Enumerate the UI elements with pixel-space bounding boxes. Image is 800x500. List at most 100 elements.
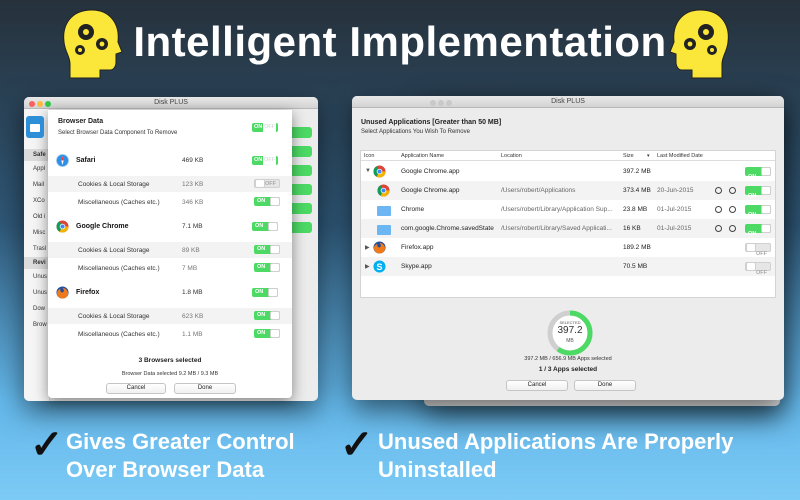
- browser-row-firefox: Firefox 1.8 MB ON: [48, 286, 292, 302]
- app-toggle[interactable]: OFF: [745, 243, 771, 257]
- firefox-cookies-toggle[interactable]: ON: [254, 311, 280, 320]
- browser-data-selected: Browser Data selected 9.2 MB / 9.3 MB: [121, 371, 219, 377]
- cancel-button[interactable]: Cancel: [106, 383, 166, 394]
- preview-eye-icon[interactable]: [729, 206, 736, 213]
- safari-cookies-toggle[interactable]: OFF: [254, 179, 280, 188]
- firefox-cookies-row: Cookies & Local Storage 623 KB ON: [48, 308, 292, 324]
- browsers-selected-summary: 3 Browsers selected: [138, 357, 202, 364]
- preview-eye-icon[interactable]: [729, 187, 736, 194]
- brain-gears-icon: [669, 9, 729, 79]
- sidebar-item[interactable]: Brow: [24, 317, 49, 333]
- window-controls: [430, 99, 454, 111]
- sheet-header: Browser Data Select Browser Data Compone…: [26, 110, 292, 146]
- table-header: Icon Application Name Location Size ▾ La…: [361, 151, 775, 161]
- apps-table: Icon Application Name Location Size ▾ La…: [360, 150, 776, 298]
- column-header[interactable]: Size: [623, 153, 634, 159]
- safari-misc-row: Miscellaneous (Caches etc.) 346 KB ON: [48, 194, 292, 210]
- checkmark-icon: ✓: [30, 423, 64, 467]
- app-toggle[interactable]: ON: [745, 224, 771, 237]
- reveal-in-finder-icon[interactable]: [715, 187, 722, 194]
- preview-eye-icon[interactable]: [729, 225, 736, 232]
- chrome-cookies-toggle[interactable]: ON: [254, 245, 280, 254]
- disclosure-collapsed-icon[interactable]: ▶: [365, 244, 370, 251]
- app-toggle[interactable]: ON: [745, 205, 771, 218]
- zoom-button[interactable]: [446, 100, 452, 106]
- caption-line: Over Browser Data: [66, 457, 265, 482]
- selected-size-gauge: SELECTED 397.2 MB: [546, 309, 594, 357]
- app-toggle[interactable]: ON: [745, 167, 771, 180]
- safari-misc-toggle[interactable]: ON: [254, 197, 280, 206]
- table-row[interactable]: ▼ Google Chrome.app 397.2 MB ON: [361, 162, 775, 181]
- sidebar-item[interactable]: Unus: [24, 285, 49, 301]
- skype-icon: S: [373, 260, 386, 273]
- firefox-misc-row: Miscellaneous (Caches etc.) 1.1 MB ON: [48, 326, 292, 342]
- chrome-icon: [373, 165, 386, 178]
- gauge-value: 397.2: [557, 325, 583, 336]
- firefox-toggle[interactable]: ON: [252, 288, 278, 297]
- column-header[interactable]: Icon: [364, 153, 374, 159]
- done-button[interactable]: Done: [174, 383, 236, 394]
- app-toggle[interactable]: ON: [745, 186, 771, 199]
- sheet-title: Browser Data: [58, 118, 104, 125]
- done-button[interactable]: Done: [574, 380, 636, 391]
- browser-data-sheet: Browser Data Select Browser Data Compone…: [26, 110, 292, 398]
- sidebar-item[interactable]: Unus: [24, 269, 49, 285]
- table-row[interactable]: Google Chrome.app /Users/robert/Applicat…: [361, 181, 775, 200]
- safari-icon: [56, 154, 69, 167]
- chrome-cookies-row: Cookies & Local Storage 89 KB ON: [48, 242, 292, 258]
- caption-left: Gives Greater Control Over Browser Data: [66, 428, 295, 484]
- caption-line: Uninstalled: [378, 457, 497, 482]
- column-header[interactable]: Location: [501, 153, 522, 159]
- chrome-misc-row: Miscellaneous (Caches etc.) 7 MB ON: [48, 260, 292, 276]
- sidebar-item[interactable]: Misc: [24, 225, 49, 241]
- sidebar-section: Revi: [24, 257, 49, 269]
- checkmark-icon: ✓: [340, 423, 374, 467]
- table-row[interactable]: ▶ Firefox.app 189.2 MB OFF: [361, 238, 775, 257]
- sidebar-item[interactable]: XCo: [24, 193, 49, 209]
- sidebar-item[interactable]: Dow: [24, 301, 49, 317]
- cancel-button[interactable]: Cancel: [506, 380, 568, 391]
- chrome-icon: [56, 220, 69, 233]
- table-row[interactable]: com.google.Chrome.savedState /Users/robe…: [361, 219, 775, 238]
- close-button[interactable]: [430, 100, 436, 106]
- reveal-in-finder-icon[interactable]: [715, 225, 722, 232]
- chrome-misc-toggle[interactable]: ON: [254, 263, 280, 272]
- panel-heading: Unused Applications [Greater than 50 MB]: [361, 119, 502, 126]
- disclosure-expanded-icon[interactable]: ▼: [365, 168, 371, 174]
- window-title: Disk PLUS: [551, 98, 585, 105]
- window-title: Disk PLUS: [154, 99, 188, 106]
- sheet-subtitle: Select Browser Data Component To Remove: [58, 130, 178, 136]
- brain-gears-icon: [63, 9, 123, 79]
- table-row[interactable]: Chrome /Users/robert/Library/Application…: [361, 200, 775, 219]
- sort-arrow-icon: ▾: [647, 153, 650, 159]
- chrome-toggle[interactable]: ON: [252, 222, 278, 231]
- sidebar-item[interactable]: Old i: [24, 209, 49, 225]
- sidebar: Safe Appl Mail XCo Old i Misc Trasl Revi…: [24, 109, 50, 401]
- select-all-toggle[interactable]: ON OFF: [252, 123, 278, 132]
- browser-row-safari: Safari 469 KB ON OFF: [48, 154, 292, 170]
- minimize-button[interactable]: [37, 101, 43, 107]
- column-header[interactable]: Application Name: [401, 153, 444, 159]
- close-button[interactable]: [29, 101, 35, 107]
- table-row[interactable]: ▶ S Skype.app 70.5 MB OFF: [361, 257, 775, 276]
- app-toggle[interactable]: OFF: [745, 262, 771, 276]
- minimize-button[interactable]: [438, 100, 444, 106]
- column-header[interactable]: Last Modified Date: [657, 153, 703, 159]
- apps-selected-size: 397.2 MB / 656.9 MB Apps selected: [524, 356, 612, 362]
- window-titlebar: Disk PLUS: [24, 97, 318, 109]
- caption-line: Unused Applications Are Properly: [378, 429, 734, 454]
- sidebar-item[interactable]: Trasl: [24, 241, 49, 257]
- disclosure-collapsed-icon[interactable]: ▶: [365, 263, 370, 270]
- firefox-misc-toggle[interactable]: ON: [254, 329, 280, 338]
- gauge-unit: MB: [566, 338, 574, 344]
- safari-toggle[interactable]: ON OFF: [252, 156, 278, 165]
- reveal-in-finder-icon[interactable]: [715, 206, 722, 213]
- safari-cookies-row: Cookies & Local Storage 123 KB OFF: [48, 176, 292, 192]
- svg-text:S: S: [376, 262, 382, 272]
- sidebar-item[interactable]: Appl: [24, 161, 49, 177]
- caption-line: Gives Greater Control: [66, 429, 295, 454]
- folder-icon: [377, 225, 391, 235]
- firefox-icon: [373, 241, 386, 254]
- zoom-button[interactable]: [45, 101, 51, 107]
- sidebar-item[interactable]: Mail: [24, 177, 49, 193]
